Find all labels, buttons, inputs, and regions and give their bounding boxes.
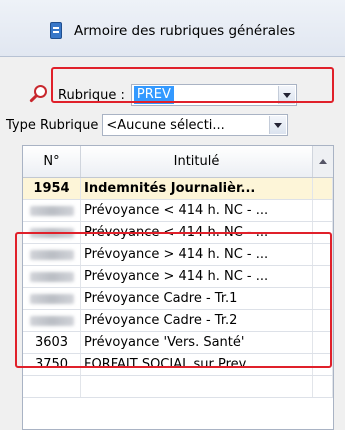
row-number <box>23 266 81 287</box>
row-label: Prévoyance > 414 h. NC - ... <box>81 266 313 287</box>
table-row[interactable]: 3750 FORFAIT SOCIAL sur Prev... <box>23 354 333 376</box>
redacted-number <box>29 315 74 326</box>
row-label: FORFAIT SOCIAL sur Prev... <box>81 354 313 375</box>
row-number: 3603 <box>23 332 81 353</box>
row-scroll-gutter <box>313 200 333 221</box>
book-icon <box>50 22 64 40</box>
row-scroll-gutter <box>313 266 333 287</box>
column-header-num[interactable]: N° <box>23 146 81 177</box>
table-row[interactable]: 1954 Indemnités Journalièr... <box>23 178 333 200</box>
type-rubrique-combobox[interactable]: <Aucune sélecti... <box>102 114 289 136</box>
row-number <box>23 222 81 243</box>
table-row[interactable] <box>23 376 333 398</box>
redacted-number <box>29 205 74 216</box>
redacted-number <box>29 293 74 304</box>
row-label: Indemnités Journalièr... <box>81 178 313 199</box>
type-rubrique-label: Type Rubrique <box>6 117 99 133</box>
row-number <box>23 376 81 397</box>
row-scroll-gutter <box>313 222 333 243</box>
redacted-number <box>29 271 74 282</box>
row-number <box>23 200 81 221</box>
rubrique-label: Rubrique : <box>58 87 125 103</box>
row-number <box>23 244 81 265</box>
window-titlebar: Armoire des rubriques générales <box>0 0 345 57</box>
row-number: 1954 <box>23 178 81 199</box>
window-title: Armoire des rubriques générales <box>74 23 296 39</box>
rubrique-dropdown-button[interactable] <box>277 86 295 104</box>
chevron-down-icon <box>282 92 291 98</box>
search-icon[interactable] <box>24 82 56 108</box>
redacted-number <box>29 227 74 238</box>
grid-header: N° Intitulé <box>23 146 333 178</box>
scroll-up-button[interactable] <box>313 146 333 177</box>
row-label: Prévoyance > 414 h. NC - ... <box>81 244 313 265</box>
row-scroll-gutter <box>313 178 333 199</box>
table-row[interactable]: 3603 Prévoyance 'Vers. Santé' <box>23 332 333 354</box>
table-row[interactable]: Prévoyance < 414 h. NC - ... <box>23 222 333 244</box>
row-label <box>81 376 313 397</box>
row-scroll-gutter <box>313 288 333 309</box>
table-row[interactable]: Prévoyance Cadre - Tr.1 <box>23 288 333 310</box>
row-scroll-gutter <box>313 244 333 265</box>
row-label: Prévoyance < 414 h. NC - ... <box>81 222 313 243</box>
grid-body: 1954 Indemnités Journalièr... Prévoyance <… <box>23 178 333 398</box>
row-number <box>23 310 81 331</box>
row-label: Prévoyance Cadre - Tr.1 <box>81 288 313 309</box>
row-number <box>23 288 81 309</box>
chevron-up-icon <box>319 159 327 164</box>
row-label: Prévoyance Cadre - Tr.2 <box>81 310 313 331</box>
type-filter-row: Type Rubrique <Aucune sélecti... <box>6 114 289 136</box>
column-header-intitule[interactable]: Intitulé <box>81 146 313 177</box>
filter-panel: Rubrique : PREV Type Rubrique <Aucune sé… <box>0 57 345 430</box>
redacted-number <box>29 249 74 260</box>
rubrique-value[interactable]: PREV <box>133 86 174 104</box>
chevron-down-icon <box>274 122 283 128</box>
rubrique-filter-row: Rubrique : PREV <box>24 82 297 108</box>
row-label: Prévoyance 'Vers. Santé' <box>81 332 313 353</box>
type-rubrique-dropdown-button[interactable] <box>269 116 287 134</box>
row-scroll-gutter <box>313 376 333 397</box>
window-title-group: Armoire des rubriques générales <box>50 22 295 40</box>
rubriques-grid[interactable]: N° Intitulé 1954 Indemnités Journalièr...… <box>22 145 334 430</box>
row-scroll-gutter <box>313 354 333 375</box>
row-scroll-gutter <box>313 310 333 331</box>
table-row[interactable]: Prévoyance < 414 h. NC - ... <box>23 200 333 222</box>
table-row[interactable]: Prévoyance Cadre - Tr.2 <box>23 310 333 332</box>
table-row[interactable]: Prévoyance > 414 h. NC - ... <box>23 266 333 288</box>
table-row[interactable]: Prévoyance > 414 h. NC - ... <box>23 244 333 266</box>
row-scroll-gutter <box>313 332 333 353</box>
row-label: Prévoyance < 414 h. NC - ... <box>81 200 313 221</box>
rubrique-combobox[interactable]: PREV <box>130 84 297 106</box>
type-rubrique-value[interactable]: <Aucune sélecti... <box>106 118 224 133</box>
row-number: 3750 <box>23 354 81 375</box>
